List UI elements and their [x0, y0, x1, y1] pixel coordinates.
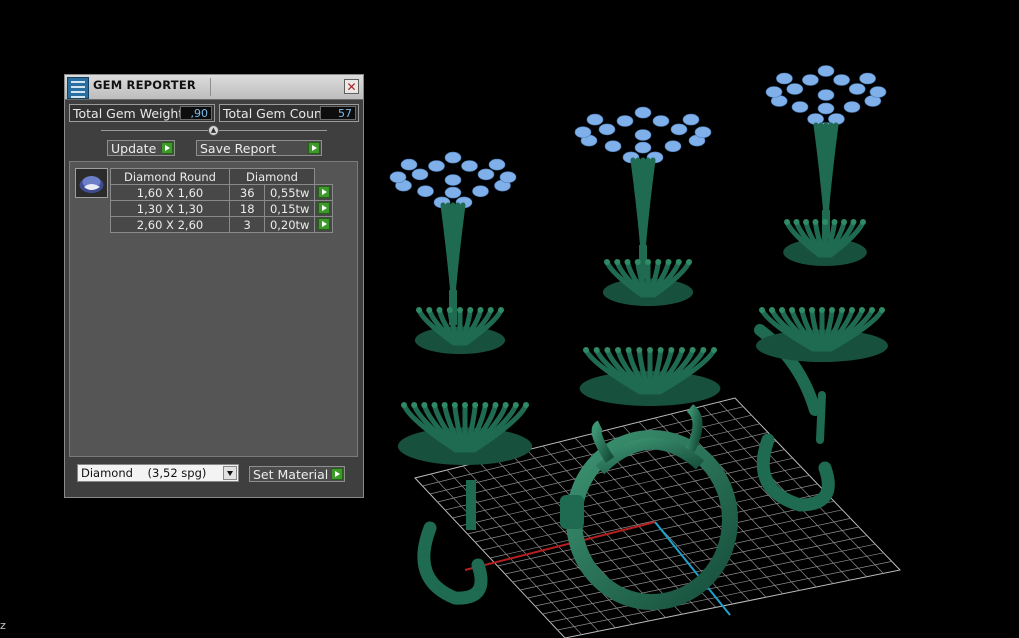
total-gem-weight-label: Total Gem Weight	[73, 106, 184, 121]
total-gem-count-value[interactable]: 57	[320, 106, 356, 120]
header-spacer	[315, 169, 333, 185]
save-report-button-label: Save Report	[200, 141, 277, 156]
row-go-cell	[314, 184, 333, 201]
gem-size-cell: 1,60 X 1,60	[110, 184, 230, 201]
gem-count-cell: 18	[228, 200, 266, 217]
gem-count-cell: 3	[228, 216, 266, 233]
go-arrow-icon[interactable]	[318, 218, 330, 230]
prong-cluster	[579, 347, 721, 406]
slider-knob-icon[interactable]: ▲	[208, 125, 219, 136]
prong-cluster	[756, 307, 888, 362]
go-arrow-icon[interactable]	[331, 468, 343, 480]
total-gem-weight-value[interactable]: ,90	[180, 106, 212, 120]
update-button-label: Update	[111, 141, 157, 156]
gem-count-cell: 36	[228, 184, 266, 201]
panel-title: GEM REPORTER	[93, 78, 196, 92]
header-diamond-round: Diamond Round	[110, 168, 230, 185]
gem-weight-cell: 0,20tw	[264, 216, 315, 233]
gem-weight-cell: 0,15tw	[264, 200, 315, 217]
material-select[interactable]: Diamond (3,52 spg)	[77, 464, 239, 482]
gem-reporter-panel: GEM REPORTER ✕ Total Gem Weight ,90 Tota…	[64, 74, 364, 498]
go-arrow-icon[interactable]	[308, 142, 320, 154]
prong-cluster	[397, 402, 533, 465]
set-material-button-label: Set Material	[253, 467, 329, 482]
go-arrow-icon[interactable]	[318, 202, 330, 214]
row-go-cell	[314, 216, 333, 233]
gem-weight-cell: 0,55tw	[264, 184, 315, 201]
total-gem-weight-box: Total Gem Weight ,90	[69, 104, 215, 122]
set-material-button[interactable]: Set Material	[249, 466, 345, 482]
gem-thumbnail-icon[interactable]	[75, 168, 108, 198]
corner-axis-label: z	[0, 619, 6, 632]
gem-size-cell: 2,60 X 2,60	[110, 216, 230, 233]
table-row[interactable]: 2,60 X 2,60 3 0,20tw	[110, 216, 333, 233]
dropdown-arrow-icon[interactable]	[223, 466, 237, 480]
titlebar-divider	[210, 78, 211, 96]
gem-table: Diamond Round Diamond 1,60 X 1,60 36 0,55t…	[110, 168, 333, 233]
table-row[interactable]: 1,60 X 1,60 36 0,55tw	[110, 184, 333, 201]
gem-list-area[interactable]: Diamond Round Diamond 1,60 X 1,60 36 0,55t…	[69, 161, 358, 457]
prong-cluster	[602, 259, 694, 306]
hook-left-model	[417, 521, 488, 605]
material-select-value: Diamond (3,52 spg)	[81, 466, 207, 480]
total-gem-count-label: Total Gem Count	[223, 106, 327, 121]
go-arrow-icon[interactable]	[318, 186, 330, 198]
prong-cluster	[414, 307, 506, 354]
prong-cluster	[783, 219, 867, 266]
row-go-cell	[314, 200, 333, 217]
close-icon[interactable]: ✕	[344, 79, 359, 94]
total-gem-count-box: Total Gem Count 57	[219, 104, 359, 122]
header-diamond: Diamond	[229, 168, 315, 185]
update-button[interactable]: Update	[107, 140, 175, 156]
go-arrow-icon[interactable]	[161, 142, 173, 154]
save-report-button[interactable]: Save Report	[196, 140, 322, 156]
x-axis-line	[464, 521, 656, 571]
table-row[interactable]: 1,30 X 1,30 18 0,15tw	[110, 200, 333, 217]
gem-size-cell: 1,30 X 1,30	[110, 200, 230, 217]
panel-titlebar[interactable]: GEM REPORTER ✕	[65, 75, 363, 100]
flower-cluster-models	[389, 65, 888, 530]
app-icon	[67, 77, 89, 99]
